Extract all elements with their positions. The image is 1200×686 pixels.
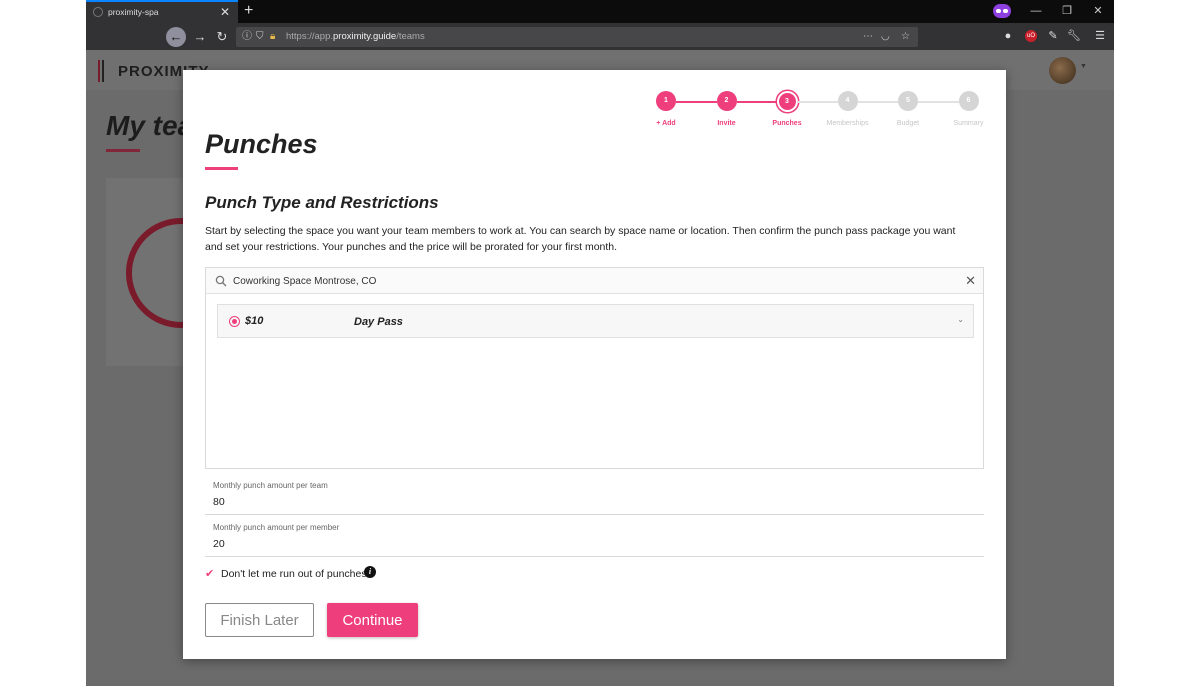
step-label: Invite bbox=[717, 120, 736, 127]
search-icon bbox=[215, 275, 227, 287]
shield-icon[interactable]: ⛉ bbox=[256, 30, 264, 44]
page-title-underline bbox=[106, 149, 140, 152]
team-punch-amount-input[interactable] bbox=[213, 496, 513, 508]
step-6[interactable]: 6 Summary bbox=[939, 91, 999, 131]
forward-icon[interactable]: → bbox=[190, 27, 210, 47]
step-label: Summary bbox=[953, 120, 984, 127]
step-4[interactable]: 4 Memberships bbox=[818, 91, 878, 131]
logo-mark-icon bbox=[98, 60, 108, 82]
step-5[interactable]: 5 Budget bbox=[878, 91, 938, 131]
url-bar[interactable]: ⓘ ⛉ 🔒︎ https://app.proximity.guide/teams… bbox=[236, 27, 918, 47]
step-1[interactable]: 1 + Add bbox=[636, 91, 696, 131]
info-icon[interactable]: i bbox=[364, 566, 376, 578]
reload-icon[interactable]: ↻ bbox=[212, 27, 232, 47]
title-underline bbox=[205, 167, 238, 170]
space-search-input[interactable] bbox=[233, 272, 933, 290]
step-number: 1 bbox=[656, 91, 676, 111]
instructions-text: Start by selecting the space you want yo… bbox=[205, 225, 956, 253]
step-3[interactable]: 3 Punches bbox=[757, 91, 817, 131]
info-circle-icon[interactable]: ● bbox=[1000, 28, 1016, 44]
progress-stepper: 1 + Add 2 Invite 3 Punches 4 Memberships 5 Budget… bbox=[636, 91, 983, 131]
step-number: 2 bbox=[716, 91, 737, 111]
step-number: 6 bbox=[958, 91, 979, 111]
step-label: Budget bbox=[896, 120, 920, 127]
field-label: Monthly punch amount per team bbox=[213, 481, 328, 490]
step-label: Memberships bbox=[826, 120, 869, 127]
pocket-icon[interactable]: ◡ bbox=[881, 30, 890, 44]
pass-radio-button[interactable] bbox=[229, 316, 240, 327]
tab-close-icon[interactable]: ✕ bbox=[220, 5, 230, 19]
more-icon[interactable]: ⋯ bbox=[863, 30, 873, 44]
finish-later-button[interactable]: Finish Later bbox=[205, 603, 314, 637]
step-number: 3 bbox=[778, 92, 796, 110]
step-2[interactable]: 2 Invite bbox=[697, 91, 757, 131]
avatar[interactable] bbox=[1049, 57, 1076, 84]
ublock-icon[interactable]: uO bbox=[1025, 30, 1037, 42]
pass-price: $10 bbox=[245, 315, 264, 327]
team-punch-amount-field[interactable]: Monthly punch amount per team bbox=[205, 475, 984, 515]
pass-name: Day Pass bbox=[354, 316, 403, 328]
avatar-caret-icon[interactable]: ▼ bbox=[1080, 63, 1087, 70]
restore-icon[interactable]: ❐ bbox=[1057, 3, 1077, 19]
menu-icon[interactable]: ☰ bbox=[1092, 28, 1108, 44]
wrench-icon[interactable]: 🔧︎ bbox=[1066, 28, 1082, 44]
continue-button[interactable]: Continue bbox=[327, 603, 418, 637]
step-label: Punches bbox=[772, 120, 802, 127]
bookmark-star-icon[interactable]: ☆ bbox=[901, 30, 910, 44]
window-close-icon[interactable]: ✕ bbox=[1088, 3, 1108, 19]
modal-title: Punches bbox=[205, 129, 318, 159]
punches-modal: 1 + Add 2 Invite 3 Punches 4 Memberships 5 Budget… bbox=[183, 70, 1006, 659]
section-title: Punch Type and Restrictions bbox=[205, 193, 439, 212]
checkmark-icon[interactable]: ✔ bbox=[205, 567, 214, 581]
punch-pass-option[interactable]: $10 Day Pass ⌄ bbox=[217, 304, 974, 338]
space-selector: ✕ $10 Day Pass ⌄ bbox=[205, 267, 984, 469]
member-punch-amount-input[interactable] bbox=[213, 538, 513, 550]
info-icon[interactable]: ⓘ bbox=[242, 30, 252, 44]
url-text[interactable]: https://app.proximity.guide/teams bbox=[286, 31, 425, 42]
step-number: 5 bbox=[898, 91, 918, 111]
lock-icon[interactable]: 🔒︎ bbox=[270, 30, 275, 44]
new-tab-button[interactable]: + bbox=[244, 1, 253, 21]
field-label: Monthly punch amount per member bbox=[213, 523, 340, 532]
clear-search-icon[interactable]: ✕ bbox=[965, 272, 976, 290]
private-mask-icon[interactable] bbox=[993, 4, 1011, 18]
back-icon[interactable]: ← bbox=[166, 27, 186, 47]
minimize-icon[interactable]: — bbox=[1026, 3, 1046, 19]
chevron-down-icon[interactable]: ⌄ bbox=[957, 315, 964, 324]
checkbox-label[interactable]: Don't let me run out of punches. bbox=[221, 568, 370, 580]
space-search-bar: ✕ bbox=[206, 268, 983, 294]
tab-bar: proximity-spa ✕ + — ❐ ✕ bbox=[86, 0, 1114, 23]
member-punch-amount-field[interactable]: Monthly punch amount per member bbox=[205, 517, 984, 557]
browser-tab[interactable]: proximity-spa ✕ bbox=[86, 0, 238, 23]
favicon-icon bbox=[93, 7, 103, 17]
navigation-bar: ← → ↻ ⓘ ⛉ 🔒︎ https://app.proximity.guide… bbox=[86, 23, 1114, 50]
no-run-out-option: ✔ Don't let me run out of punches. i bbox=[205, 566, 605, 582]
step-label: + Add bbox=[656, 120, 676, 127]
pen-icon[interactable]: ✎ bbox=[1045, 28, 1061, 44]
step-number: 4 bbox=[837, 91, 858, 111]
tab-title: proximity-spa bbox=[108, 7, 159, 17]
